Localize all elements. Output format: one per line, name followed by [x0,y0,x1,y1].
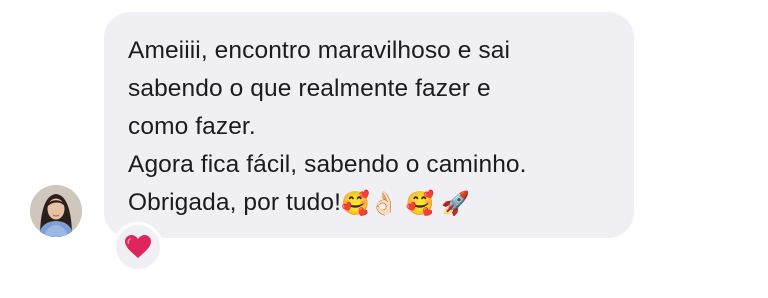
rocket-icon: 🚀 [441,191,470,217]
message-line-3: como fazer. [128,113,256,140]
message-line-1: Ameiiii, encontro maravilhoso e sai [128,37,511,64]
avatar-photo [30,185,82,237]
heart-reaction-badge[interactable] [113,222,163,272]
chat-message-row: Ameiiii, encontro maravilhoso e sai sabe… [0,0,768,298]
message-line-4: Agora fica fácil, sabendo o caminho. [128,151,527,178]
smiling-face-with-hearts-icon: 🥰 [341,191,370,217]
message-bubble[interactable]: Ameiiii, encontro maravilhoso e sai sabe… [104,12,634,238]
ok-hand-icon: 👌🏻 [369,191,399,217]
smiling-face-with-hearts-icon: 🥰 [405,191,435,217]
message-line-2: sabendo o que realmente fazer e [128,75,491,102]
message-line-5-text: Obrigada, por tudo! [128,189,342,216]
red-heart-icon [125,235,151,258]
sender-avatar[interactable] [30,185,82,237]
message-line-5: Obrigada, por tudo!🥰👌🏻 🥰 🚀 [128,184,610,223]
